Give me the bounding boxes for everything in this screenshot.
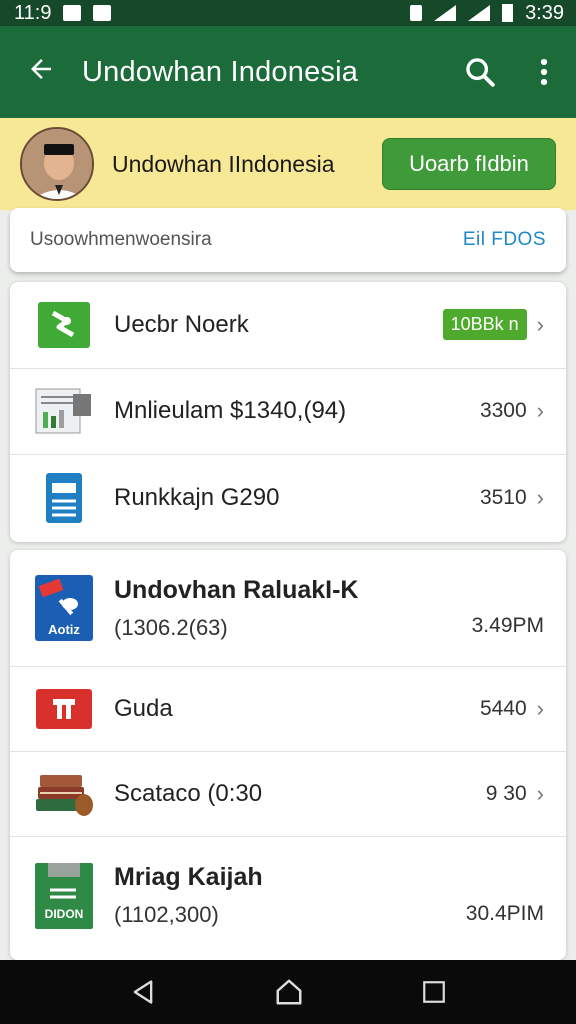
item-label: Guda	[114, 695, 173, 722]
item-time: 30.4PIM	[465, 902, 544, 925]
navigation-bar	[0, 960, 576, 1024]
item-label: Scataco (0:30	[114, 780, 263, 807]
blue-document-icon	[34, 468, 94, 528]
list-item[interactable]: Aotiz Undovhan RaluakI-K (1306.2(63) 3.4…	[10, 550, 566, 667]
item-label: Uecbr Noerk	[114, 310, 249, 338]
signal-icon	[468, 5, 491, 21]
nav-recents-icon[interactable]	[421, 979, 447, 1005]
notification-icon	[93, 5, 112, 21]
profile-banner: Undowhan IIndonesia Uoarb fIdbin	[0, 118, 576, 210]
document-chart-icon	[34, 381, 94, 441]
list-item[interactable]: Guda 5440 ›	[10, 667, 566, 752]
banner-title: Undowhan IIndonesia	[112, 150, 335, 177]
item-subtitle: (1306.2(63)	[114, 614, 228, 640]
wifi-icon	[434, 5, 457, 21]
chevron-right-icon: ›	[536, 398, 544, 424]
books-icon	[34, 764, 94, 824]
banner-action-button[interactable]: Uoarb fIdbin	[382, 138, 556, 190]
item-value: 9 30	[485, 782, 527, 805]
filter-link[interactable]: Eil FDOS	[463, 229, 546, 251]
status-time-left: 11:9	[14, 1, 52, 24]
activity-list: Aotiz Undovhan RaluakI-K (1306.2(63) 3.4…	[10, 550, 566, 960]
page-title: Undowhan Indonesia	[82, 55, 359, 88]
list-item[interactable]: Runkkajn G290 3510 ›	[10, 455, 566, 542]
app-bar: Undowhan Indonesia	[0, 26, 576, 118]
list-item[interactable]: Scataco (0:30 9 30 ›	[10, 752, 566, 837]
battery-icon	[502, 4, 514, 22]
search-button[interactable]	[448, 55, 512, 89]
item-label: Runkkajn G290	[114, 484, 280, 512]
item-label: Mriag Kaijah	[114, 863, 263, 891]
item-label: Undovhan RaluakI-K	[114, 575, 359, 604]
green-arrow-icon	[34, 295, 94, 355]
item-value: 3300	[479, 399, 527, 423]
nav-home-icon[interactable]	[274, 977, 304, 1007]
item-subtitle: (1102,300)	[114, 902, 219, 927]
chevron-right-icon: ›	[536, 485, 544, 511]
more-options-button[interactable]	[512, 57, 576, 87]
icon-label: DIDON	[45, 907, 84, 921]
green-document-icon: DIDON	[34, 862, 94, 929]
item-time: 3.49PM	[471, 614, 544, 637]
notification-icon	[63, 5, 82, 21]
chevron-right-icon: ›	[536, 696, 544, 721]
nav-back-icon[interactable]	[129, 978, 157, 1006]
list-item[interactable]: DIDON Mriag Kaijah (1102,300) 30.4PIM	[10, 837, 566, 954]
more-vert-icon	[540, 58, 548, 86]
back-button[interactable]	[0, 54, 82, 90]
chevron-right-icon: ›	[536, 781, 544, 806]
list-item[interactable]: Uecbr Noerk 10BBk n ›	[10, 282, 566, 369]
status-bar: 11:9 3:39	[0, 0, 576, 26]
item-value: 3510	[479, 486, 527, 510]
chevron-right-icon: ›	[536, 311, 544, 337]
vibrate-icon	[410, 5, 423, 21]
list-item[interactable]: Mnlieulam $1340,(94) 3300 ›	[10, 369, 566, 456]
status-time-right: 3:39	[525, 1, 564, 24]
arrow-back-icon	[31, 59, 51, 79]
item-value: 5440	[479, 697, 527, 720]
summary-list: Uecbr Noerk 10BBk n › Mnlieulam $1340,(9…	[10, 282, 566, 542]
app-document-icon: Aotiz	[34, 575, 94, 641]
item-label: Mnlieulam $1340,(94)	[114, 397, 347, 425]
item-badge: 10BBk n	[442, 309, 527, 341]
search-icon	[466, 58, 495, 87]
avatar	[20, 127, 94, 201]
search-card: Eil FDOS	[10, 208, 566, 272]
search-input[interactable]	[30, 229, 390, 251]
red-app-icon	[34, 679, 94, 739]
icon-label: Aotiz	[48, 622, 80, 637]
